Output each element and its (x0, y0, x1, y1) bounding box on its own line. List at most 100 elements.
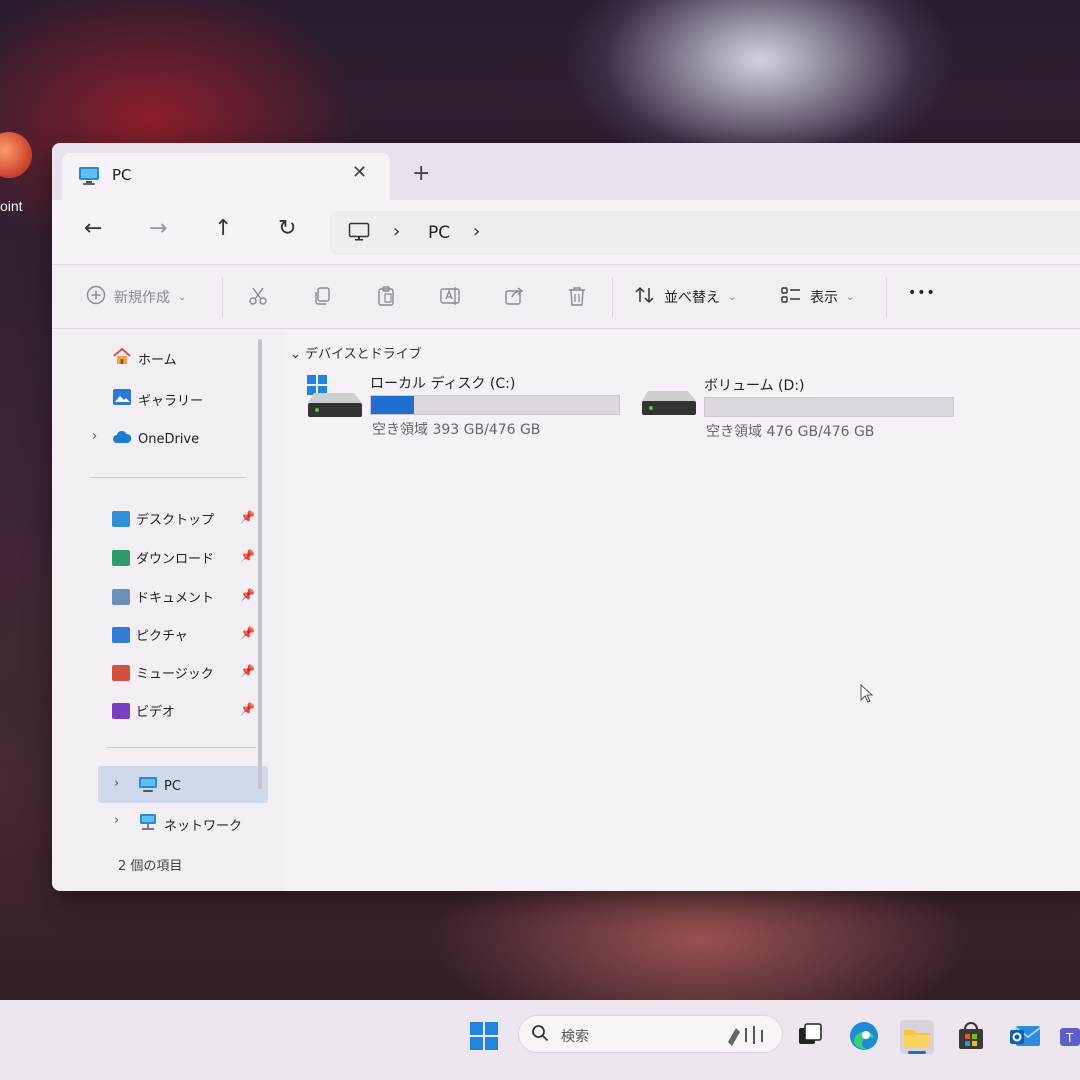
sidebar-item-label: ネットワーク (164, 818, 243, 834)
title-bar: PC ✕ + (52, 143, 1080, 200)
chevron-right-icon[interactable]: › (114, 776, 119, 791)
sidebar-divider (106, 747, 256, 748)
documents-folder-icon (112, 588, 130, 605)
sidebar-item-pc[interactable]: PC (138, 776, 181, 797)
pin-icon[interactable]: 📌 (240, 588, 255, 602)
sidebar-item-onedrive[interactable]: OneDrive (112, 429, 199, 449)
sidebar-item-videos[interactable]: ビデオ (112, 701, 175, 720)
sidebar-divider (90, 477, 246, 478)
file-explorer-icon[interactable] (900, 1020, 934, 1054)
sidebar-item-home[interactable]: ホーム (112, 347, 177, 369)
breadcrumb-pc[interactable]: PC (428, 223, 450, 243)
cut-icon[interactable] (246, 285, 270, 309)
back-button[interactable]: ← (84, 218, 102, 240)
address-bar[interactable]: › PC › (330, 211, 1080, 255)
view-list-icon (780, 285, 802, 309)
chevron-right-icon[interactable]: › (114, 813, 119, 828)
drive-free-space: 空き領域 476 GB/476 GB (706, 424, 875, 440)
drive-icon (640, 389, 700, 425)
command-bar: 新規作成 ⌄ 並べ替え ⌄ 表示 ⌄ ••• (52, 265, 1080, 329)
delete-icon[interactable] (565, 285, 589, 309)
drive-usage-bar (370, 395, 620, 415)
tab-pc[interactable]: PC ✕ (62, 153, 390, 200)
sort-button[interactable]: 並べ替え ⌄ (634, 285, 736, 309)
view-button[interactable]: 表示 ⌄ (780, 285, 854, 309)
home-icon (112, 347, 132, 369)
sidebar-item-label: ドキュメント (136, 591, 215, 606)
paste-icon[interactable] (374, 285, 398, 309)
sidebar-item-label: デスクトップ (136, 513, 215, 528)
sidebar-item-music[interactable]: ミュージック (112, 663, 214, 682)
refresh-button[interactable]: ↻ (278, 218, 296, 240)
tab-title: PC (112, 166, 132, 184)
toolbar-divider (222, 277, 223, 317)
new-button[interactable]: 新規作成 ⌄ (86, 285, 186, 309)
close-tab-icon[interactable]: ✕ (352, 162, 367, 183)
videos-folder-icon (112, 702, 130, 719)
sidebar-scrollbar[interactable] (258, 339, 262, 789)
pin-icon[interactable]: 📌 (240, 702, 255, 716)
teams-icon[interactable]: T (1058, 1020, 1080, 1054)
task-view-icon[interactable] (795, 1020, 829, 1054)
group-header-label: デバイスとドライブ (305, 347, 422, 362)
chevron-right-icon[interactable]: › (92, 429, 97, 444)
chevron-down-icon: ⌄ (290, 347, 301, 362)
chevron-down-icon: ⌄ (728, 291, 737, 303)
drive-c[interactable]: ローカル ディスク (C:) 空き領域 393 GB/476 GB (306, 373, 626, 443)
edge-browser-icon[interactable] (848, 1020, 882, 1054)
forward-button[interactable]: → (149, 218, 167, 240)
group-header-devices[interactable]: ⌄ デバイスとドライブ (290, 343, 422, 362)
toolbar-divider (612, 277, 613, 317)
music-folder-icon (112, 664, 130, 681)
desktop-app-label: oint (0, 198, 23, 214)
pin-icon[interactable]: 📌 (240, 510, 255, 524)
share-icon[interactable] (502, 285, 526, 309)
navigation-pane: ホーム ギャラリー › OneDrive デスクトップ 📌 ダウンロード 📌 ド… (52, 329, 272, 891)
sidebar-item-label: ギャラリー (138, 393, 204, 409)
pin-icon[interactable]: 📌 (240, 664, 255, 678)
sidebar-item-label: ビデオ (136, 705, 176, 720)
drive-usage-fill (371, 396, 415, 414)
taskbar-search-box[interactable]: 検索 (518, 1015, 783, 1053)
pin-icon[interactable]: 📌 (240, 626, 255, 640)
up-button[interactable]: ↑ (214, 218, 232, 240)
content-area: ⌄ デバイスとドライブ ローカル ディスク (C:) 空き領域 393 GB/4… (284, 329, 1080, 891)
file-explorer-window: PC ✕ + ← → ↑ ↻ › PC › 新規作成 ⌄ 並べ替え ⌄ 表示 ⌄… (52, 143, 1080, 891)
search-placeholder: 検索 (561, 1029, 589, 1045)
chevron-down-icon: ⌄ (846, 291, 855, 303)
sidebar-item-label: ホーム (138, 352, 177, 368)
taskbar: 検索 T (0, 1000, 1080, 1080)
more-options-button[interactable]: ••• (908, 285, 936, 301)
sidebar-item-desktop[interactable]: デスクトップ (112, 509, 214, 528)
sidebar-item-pictures[interactable]: ピクチャ (112, 625, 188, 644)
outlook-mail-icon[interactable] (1008, 1020, 1042, 1054)
downloads-folder-icon (112, 549, 130, 566)
sidebar-item-gallery[interactable]: ギャラリー (112, 388, 203, 410)
monitor-icon (138, 776, 158, 797)
sidebar-item-label: ダウンロード (136, 552, 215, 567)
rename-icon[interactable] (438, 285, 462, 309)
sidebar-item-network[interactable]: ネットワーク (138, 813, 242, 835)
new-tab-button[interactable]: + (412, 163, 430, 185)
start-windows-icon[interactable] (468, 1020, 502, 1054)
search-icon (531, 1024, 549, 1046)
drive-d[interactable]: ボリューム (D:) 空き領域 476 GB/476 GB (640, 373, 960, 443)
sort-icon (634, 285, 656, 309)
copy-icon[interactable] (310, 285, 334, 309)
chevron-down-icon: ⌄ (178, 291, 187, 303)
sidebar-item-label: PC (164, 779, 181, 794)
new-button-label: 新規作成 (114, 290, 170, 306)
sidebar-item-label: ピクチャ (136, 629, 188, 644)
sidebar-item-downloads[interactable]: ダウンロード (112, 548, 214, 567)
network-icon (138, 813, 158, 835)
toolbar-divider (886, 277, 887, 317)
drive-usage-bar (704, 397, 954, 417)
chevron-right-icon[interactable]: › (473, 221, 480, 242)
status-bar-text: 2 個の項目 (118, 859, 183, 874)
sidebar-item-documents[interactable]: ドキュメント (112, 587, 214, 606)
chevron-right-icon[interactable]: › (393, 221, 400, 242)
drive-free-space: 空き領域 393 GB/476 GB (372, 422, 541, 438)
monitor-icon (348, 222, 370, 246)
pin-icon[interactable]: 📌 (240, 549, 255, 563)
microsoft-store-icon[interactable] (955, 1020, 989, 1054)
